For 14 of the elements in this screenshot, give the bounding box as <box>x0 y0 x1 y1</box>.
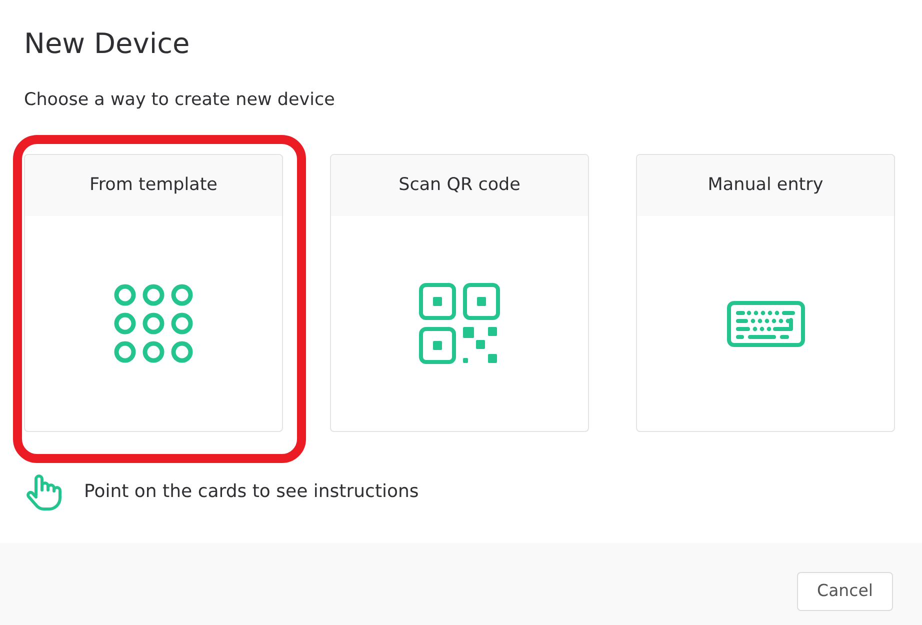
qr-code-icon <box>418 282 500 364</box>
grid-icon <box>114 284 193 363</box>
option-card[interactable]: Manual entry <box>636 154 895 432</box>
option-card[interactable]: From template <box>24 154 283 432</box>
card-title: Scan QR code <box>331 155 588 216</box>
dialog-subtitle: Choose a way to create new device <box>24 89 335 112</box>
card-title: From template <box>25 155 282 216</box>
keyboard-icon <box>726 300 804 346</box>
option-card[interactable]: Scan QR code <box>330 154 589 432</box>
pointing-hand-icon <box>25 473 62 511</box>
dialog-title: New Device <box>24 26 190 62</box>
card-title: Manual entry <box>637 155 894 216</box>
cancel-button[interactable]: Cancel <box>797 572 893 611</box>
hint-text: Point on the cards to see instructions <box>84 480 419 504</box>
